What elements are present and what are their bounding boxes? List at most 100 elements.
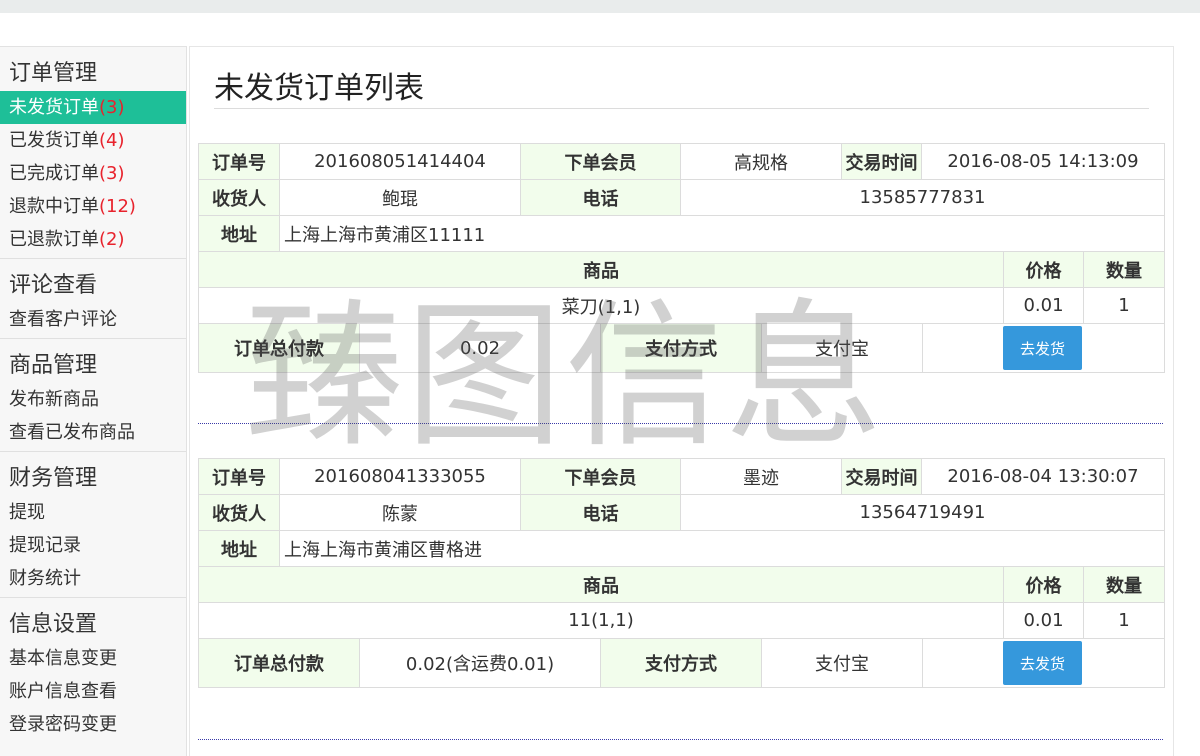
time-label: 交易时间 xyxy=(842,144,922,179)
price-value: 0.01 xyxy=(1004,603,1084,638)
ship-button[interactable]: 去发货 xyxy=(1003,326,1082,370)
sidebar-item-count: (3) xyxy=(99,97,125,118)
phone-label: 电话 xyxy=(521,495,681,530)
sidebar-group-title: 信息设置 xyxy=(9,612,98,637)
sidebar-item-label: 已完成订单 xyxy=(9,163,99,184)
title-divider xyxy=(214,108,1149,109)
page-title: 未发货订单列表 xyxy=(214,71,424,106)
price-label: 价格 xyxy=(1004,567,1084,602)
order-row-header: 订单号 201608051414404 下单会员 高规格 交易时间 2016-0… xyxy=(199,144,1164,180)
pay-method-label: 支付方式 xyxy=(601,639,762,687)
order-no-label: 订单号 xyxy=(199,459,280,494)
order-separator xyxy=(198,739,1163,740)
sidebar-item-published-products[interactable]: 查看已发布商品 xyxy=(0,416,186,449)
member-label: 下单会员 xyxy=(521,459,681,494)
order-row-product: 菜刀(1,1) 0.01 1 xyxy=(199,288,1164,324)
qty-value: 1 xyxy=(1118,610,1130,631)
main-panel: 未发货订单列表 订单号 201608051414404 下单会员 高规格 交易时… xyxy=(189,46,1174,756)
phone-value: 13564719491 xyxy=(859,502,986,523)
pay-method-value: 支付宝 xyxy=(762,324,923,372)
product-value: 11(1,1) xyxy=(199,603,1004,638)
order-row-product-header: 商品 价格 数量 xyxy=(199,567,1164,603)
sidebar-group-settings: 信息设置 基本信息变更 账户信息查看 登录密码变更 xyxy=(0,598,186,743)
order-no-value: 201608051414404 xyxy=(280,144,521,179)
sidebar-group-products: 商品管理 发布新商品 查看已发布商品 xyxy=(0,339,186,452)
order-row-receiver: 收货人 陈蒙 电话 13564719491 xyxy=(199,495,1164,531)
address-label: 地址 xyxy=(199,216,280,251)
address-label: 地址 xyxy=(199,531,280,566)
sidebar-group-orders: 订单管理 未发货订单(3) 已发货订单(4) 已完成订单(3) 退款中订单(12… xyxy=(0,47,186,259)
member-label: 下单会员 xyxy=(521,144,681,179)
sidebar-item-publish-product[interactable]: 发布新商品 xyxy=(0,383,186,416)
time-value: 2016-08-04 13:30:07 xyxy=(947,466,1139,487)
product-value: 菜刀(1,1) xyxy=(199,288,1004,323)
top-bar xyxy=(0,0,1200,13)
order-row-address: 地址 上海上海市黄浦区11111 xyxy=(199,216,1164,252)
price-value: 0.01 xyxy=(1004,288,1084,323)
total-label: 订单总付款 xyxy=(199,639,360,687)
receiver-value: 鲍琨 xyxy=(280,180,521,215)
order-row-header: 订单号 201608041333055 下单会员 墨迹 交易时间 2016-08… xyxy=(199,459,1164,495)
sidebar-item-basic-info[interactable]: 基本信息变更 xyxy=(0,642,186,675)
total-value: 0.02(含运费0.01) xyxy=(360,639,601,687)
order-no-value: 201608041333055 xyxy=(280,459,521,494)
member-value: 高规格 xyxy=(681,144,842,179)
phone-label: 电话 xyxy=(521,180,681,215)
order-row-receiver: 收货人 鲍琨 电话 13585777831 xyxy=(199,180,1164,216)
sidebar-item-refunded-orders[interactable]: 已退款订单(2) xyxy=(0,223,186,256)
order-row-product: 11(1,1) 0.01 1 xyxy=(199,603,1164,639)
ship-cell: 去发货 xyxy=(923,639,1164,687)
sidebar-item-finance-stats[interactable]: 财务统计 xyxy=(0,562,186,595)
sidebar-item-shipped-orders[interactable]: 已发货订单(4) xyxy=(0,124,186,157)
receiver-label: 收货人 xyxy=(199,495,280,530)
receiver-label: 收货人 xyxy=(199,180,280,215)
sidebar-item-label: 已退款订单 xyxy=(9,229,99,250)
order-separator xyxy=(198,423,1163,424)
phone-value: 13585777831 xyxy=(859,187,986,208)
sidebar-item-count: (4) xyxy=(99,130,125,151)
sidebar-item-withdraw-records[interactable]: 提现记录 xyxy=(0,529,186,562)
sidebar-group-finance: 财务管理 提现 提现记录 财务统计 xyxy=(0,452,186,598)
sidebar-item-count: (12) xyxy=(99,196,136,217)
member-value: 墨迹 xyxy=(681,459,842,494)
sidebar-item-completed-orders[interactable]: 已完成订单(3) xyxy=(0,157,186,190)
sidebar: 订单管理 未发货订单(3) 已发货订单(4) 已完成订单(3) 退款中订单(12… xyxy=(0,46,187,756)
sidebar-item-withdraw[interactable]: 提现 xyxy=(0,496,186,529)
order-card: 订单号 201608051414404 下单会员 高规格 交易时间 2016-0… xyxy=(198,143,1165,373)
order-row-product-header: 商品 价格 数量 xyxy=(199,252,1164,288)
sidebar-group-title: 评论查看 xyxy=(9,273,98,298)
receiver-value: 陈蒙 xyxy=(280,495,521,530)
product-label: 商品 xyxy=(199,567,1004,602)
sidebar-item-label: 已发货订单 xyxy=(9,130,99,151)
order-no-label: 订单号 xyxy=(199,144,280,179)
sidebar-item-view-reviews[interactable]: 查看客户评论 xyxy=(0,303,186,336)
qty-label: 数量 xyxy=(1084,567,1164,602)
order-row-summary: 订单总付款 0.02 支付方式 支付宝 去发货 xyxy=(199,324,1164,372)
sidebar-group-title: 财务管理 xyxy=(9,466,98,491)
total-label: 订单总付款 xyxy=(199,324,360,372)
order-card: 订单号 201608041333055 下单会员 墨迹 交易时间 2016-08… xyxy=(198,458,1165,688)
total-value: 0.02 xyxy=(360,324,601,372)
sidebar-item-change-password[interactable]: 登录密码变更 xyxy=(0,708,186,741)
sidebar-item-unshipped-orders[interactable]: 未发货订单(3) xyxy=(0,91,186,124)
time-label: 交易时间 xyxy=(842,459,922,494)
address-value: 上海上海市黄浦区曹格进 xyxy=(284,539,482,561)
sidebar-group-reviews: 评论查看 查看客户评论 xyxy=(0,259,186,339)
pay-method-value: 支付宝 xyxy=(762,639,923,687)
sidebar-item-label: 未发货订单 xyxy=(9,97,99,118)
order-row-address: 地址 上海上海市黄浦区曹格进 xyxy=(199,531,1164,567)
qty-value: 1 xyxy=(1118,295,1130,316)
product-label: 商品 xyxy=(199,252,1004,287)
sidebar-item-refunding-orders[interactable]: 退款中订单(12) xyxy=(0,190,186,223)
sidebar-item-label: 退款中订单 xyxy=(9,196,99,217)
ship-button[interactable]: 去发货 xyxy=(1003,641,1082,685)
pay-method-label: 支付方式 xyxy=(601,324,762,372)
sidebar-item-count: (2) xyxy=(99,229,125,250)
sidebar-item-account-info[interactable]: 账户信息查看 xyxy=(0,675,186,708)
address-value: 上海上海市黄浦区11111 xyxy=(284,224,486,246)
qty-label: 数量 xyxy=(1084,252,1164,287)
time-value: 2016-08-05 14:13:09 xyxy=(947,151,1139,172)
sidebar-group-title: 订单管理 xyxy=(9,61,98,86)
sidebar-item-count: (3) xyxy=(99,163,125,184)
sidebar-group-title: 商品管理 xyxy=(9,353,98,378)
